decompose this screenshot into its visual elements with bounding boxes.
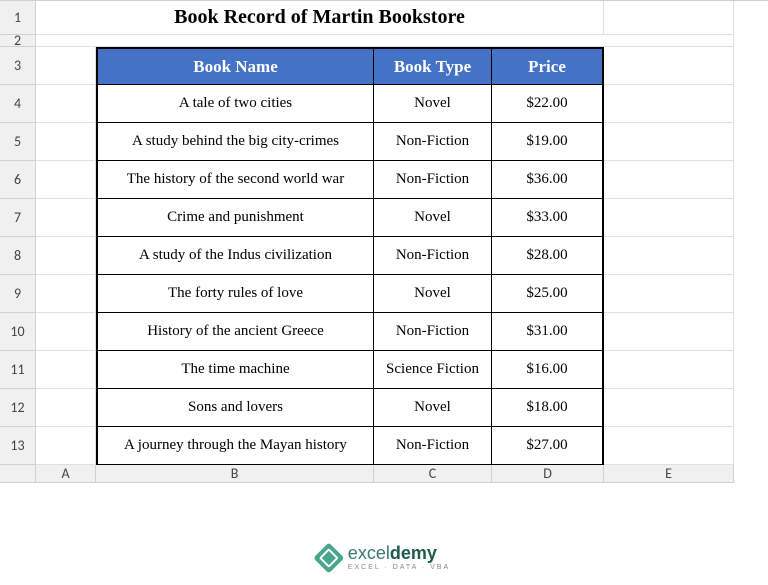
cell-name[interactable]: Crime and punishment <box>96 199 374 237</box>
cell-type[interactable]: Science Fiction <box>374 351 492 389</box>
cell-A8[interactable] <box>36 237 96 275</box>
cell-price[interactable]: $28.00 <box>492 237 604 275</box>
brand-name: exceldemy <box>348 544 450 562</box>
cell-name[interactable]: The forty rules of love <box>96 275 374 313</box>
spreadsheet: A B C D E 1 Book Record of Martin Bookst… <box>0 0 768 483</box>
cell-E9[interactable] <box>604 275 734 313</box>
cell-E11[interactable] <box>604 351 734 389</box>
data-table: Book Name Book Type Price A tale of two … <box>96 47 604 465</box>
select-all-corner[interactable] <box>0 465 36 483</box>
cell-type[interactable]: Novel <box>374 275 492 313</box>
row-header-1[interactable]: 1 <box>0 1 36 35</box>
cell-A9[interactable] <box>36 275 96 313</box>
cell-E3[interactable] <box>604 47 734 85</box>
cell-price[interactable]: $33.00 <box>492 199 604 237</box>
cell-name[interactable]: A study behind the big city-crimes <box>96 123 374 161</box>
cell-E13[interactable] <box>604 427 734 465</box>
cell-type[interactable]: Novel <box>374 85 492 123</box>
cell-E10[interactable] <box>604 313 734 351</box>
cell-price[interactable]: $19.00 <box>492 123 604 161</box>
cell-A6[interactable] <box>36 161 96 199</box>
cell-A5[interactable] <box>36 123 96 161</box>
cell-price[interactable]: $25.00 <box>492 275 604 313</box>
brand-tagline: EXCEL · DATA · VBA <box>348 564 450 571</box>
row-header-11[interactable]: 11 <box>0 351 36 389</box>
cell-E12[interactable] <box>604 389 734 427</box>
col-header-B[interactable]: B <box>96 465 374 483</box>
cell-A3[interactable] <box>36 47 96 85</box>
row-header-9[interactable]: 9 <box>0 275 36 313</box>
cell-E8[interactable] <box>604 237 734 275</box>
row-header-4[interactable]: 4 <box>0 85 36 123</box>
logo-icon <box>313 542 344 573</box>
col-header-A[interactable]: A <box>36 465 96 483</box>
row-header-5[interactable]: 5 <box>0 123 36 161</box>
cell-A13[interactable] <box>36 427 96 465</box>
row-header-2[interactable]: 2 <box>0 35 36 47</box>
cell-name[interactable]: Sons and lovers <box>96 389 374 427</box>
cell-type[interactable]: Non-Fiction <box>374 427 492 465</box>
row-header-12[interactable]: 12 <box>0 389 36 427</box>
cell-E1[interactable] <box>604 1 734 35</box>
col-header-C[interactable]: C <box>374 465 492 483</box>
cell-price[interactable]: $27.00 <box>492 427 604 465</box>
cell-E7[interactable] <box>604 199 734 237</box>
row-header-13[interactable]: 13 <box>0 427 36 465</box>
cell-price[interactable]: $36.00 <box>492 161 604 199</box>
row-header-8[interactable]: 8 <box>0 237 36 275</box>
row-header-7[interactable]: 7 <box>0 199 36 237</box>
cell-type[interactable]: Non-Fiction <box>374 313 492 351</box>
cell-A7[interactable] <box>36 199 96 237</box>
watermark: exceldemy EXCEL · DATA · VBA <box>318 544 450 571</box>
row-header-6[interactable]: 6 <box>0 161 36 199</box>
cell-name[interactable]: A tale of two cities <box>96 85 374 123</box>
row-header-3[interactable]: 3 <box>0 47 36 85</box>
cell-E5[interactable] <box>604 123 734 161</box>
cell-type[interactable]: Novel <box>374 389 492 427</box>
cell-type[interactable]: Novel <box>374 199 492 237</box>
cell-name[interactable]: A journey through the Mayan history <box>96 427 374 465</box>
cell-price[interactable]: $18.00 <box>492 389 604 427</box>
cell-name[interactable]: The history of the second world war <box>96 161 374 199</box>
th-book-name[interactable]: Book Name <box>96 47 374 85</box>
cell-E4[interactable] <box>604 85 734 123</box>
sheet-title[interactable]: Book Record of Martin Bookstore <box>36 1 604 35</box>
col-header-E[interactable]: E <box>604 465 734 483</box>
row-2-cells[interactable] <box>36 35 734 47</box>
cell-E6[interactable] <box>604 161 734 199</box>
cell-A12[interactable] <box>36 389 96 427</box>
cell-price[interactable]: $31.00 <box>492 313 604 351</box>
cell-type[interactable]: Non-Fiction <box>374 237 492 275</box>
cell-price[interactable]: $22.00 <box>492 85 604 123</box>
cell-A11[interactable] <box>36 351 96 389</box>
cell-name[interactable]: History of the ancient Greece <box>96 313 374 351</box>
cell-price[interactable]: $16.00 <box>492 351 604 389</box>
cell-A4[interactable] <box>36 85 96 123</box>
col-header-D[interactable]: D <box>492 465 604 483</box>
row-header-10[interactable]: 10 <box>0 313 36 351</box>
cell-A10[interactable] <box>36 313 96 351</box>
cell-name[interactable]: A study of the Indus civilization <box>96 237 374 275</box>
cell-type[interactable]: Non-Fiction <box>374 161 492 199</box>
cell-type[interactable]: Non-Fiction <box>374 123 492 161</box>
th-price[interactable]: Price <box>492 47 604 85</box>
cell-name[interactable]: The time machine <box>96 351 374 389</box>
th-book-type[interactable]: Book Type <box>374 47 492 85</box>
